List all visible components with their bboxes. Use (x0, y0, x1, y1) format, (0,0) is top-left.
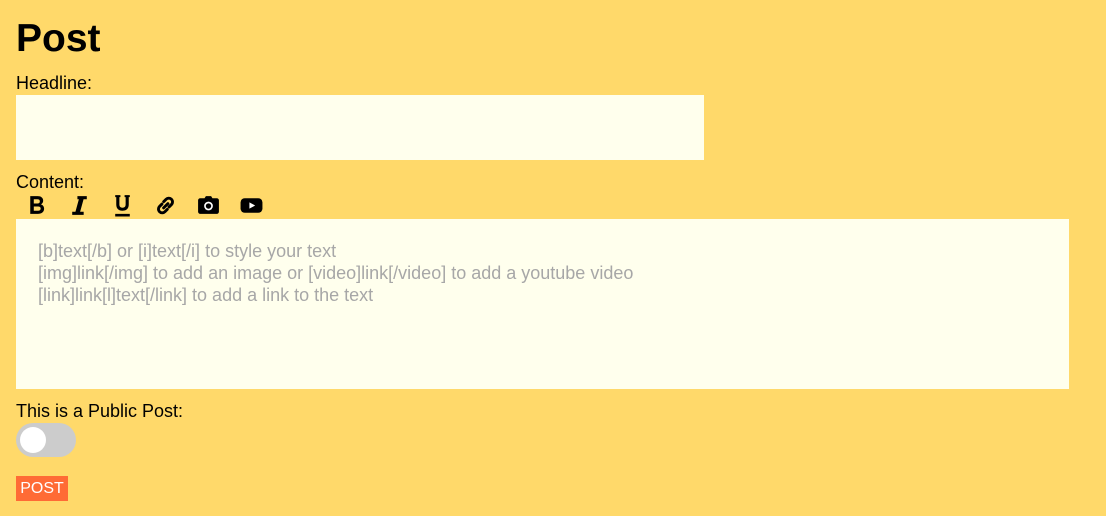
public-post-label: This is a Public Post: (16, 401, 184, 421)
content-textarea[interactable] (16, 219, 1069, 389)
content-label: Content: (16, 172, 85, 192)
post-button[interactable]: POST (16, 476, 68, 501)
video-button[interactable] (235, 191, 268, 219)
link-button[interactable] (149, 191, 182, 219)
headline-label: Headline: (16, 73, 93, 93)
bold-icon (30, 195, 45, 214)
headline-input[interactable] (16, 95, 704, 160)
camera-icon (198, 195, 219, 214)
underline-icon (115, 194, 130, 216)
youtube-icon (240, 197, 263, 213)
post-editor-page: Post Headline: Content: [b]text[/b] or [… (0, 0, 1106, 516)
underline-button[interactable] (106, 191, 139, 219)
toggle-knob (20, 427, 46, 453)
italic-icon (72, 195, 87, 215)
formatting-toolbar (20, 191, 268, 219)
bold-button[interactable] (20, 191, 53, 219)
link-icon (157, 196, 174, 214)
image-button[interactable] (192, 191, 225, 219)
public-post-toggle[interactable] (16, 423, 76, 457)
italic-button[interactable] (63, 191, 96, 219)
page-title: Post (16, 17, 101, 60)
